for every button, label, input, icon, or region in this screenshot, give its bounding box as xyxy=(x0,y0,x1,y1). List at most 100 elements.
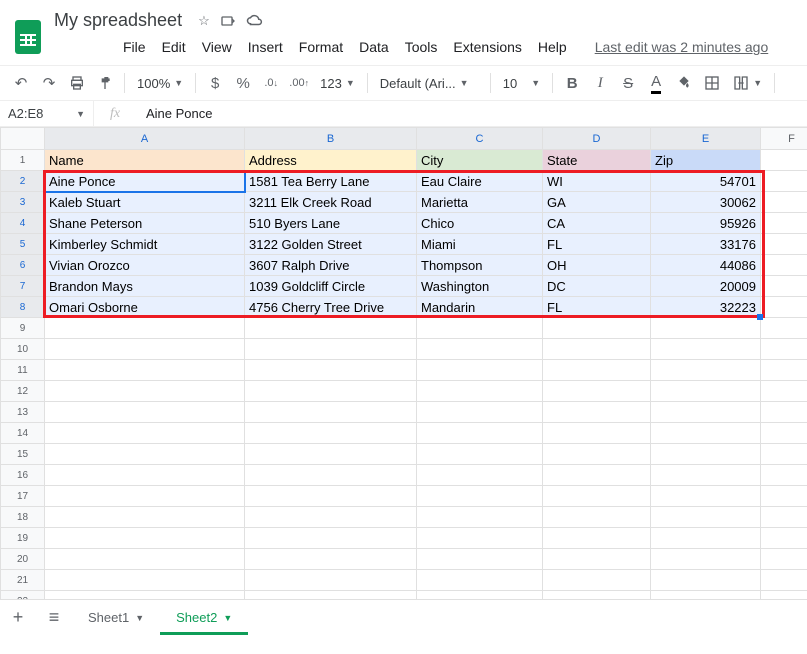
sheet-tab-2[interactable]: Sheet2▼ xyxy=(160,600,248,635)
cell-C19[interactable] xyxy=(417,528,543,549)
row-header-3[interactable]: 3 xyxy=(1,192,45,213)
select-all-cell[interactable] xyxy=(1,128,45,150)
cell-C21[interactable] xyxy=(417,570,543,591)
row-header-21[interactable]: 21 xyxy=(1,570,45,591)
row-header-1[interactable]: 1 xyxy=(1,150,45,171)
cell-D7[interactable]: DC xyxy=(543,276,651,297)
cell-E9[interactable] xyxy=(651,318,761,339)
cell-B5[interactable]: 3122 Golden Street xyxy=(245,234,417,255)
cell-C14[interactable] xyxy=(417,423,543,444)
cell-E7[interactable]: 20009 xyxy=(651,276,761,297)
cell-D20[interactable] xyxy=(543,549,651,570)
cell-D1[interactable]: State xyxy=(543,150,651,171)
cell-D14[interactable] xyxy=(543,423,651,444)
cell-C3[interactable]: Marietta xyxy=(417,192,543,213)
percent-button[interactable]: % xyxy=(230,70,256,96)
cell-E11[interactable] xyxy=(651,360,761,381)
cell-C10[interactable] xyxy=(417,339,543,360)
cell-F4[interactable] xyxy=(761,213,807,234)
cell-B6[interactable]: 3607 Ralph Drive xyxy=(245,255,417,276)
cell-A12[interactable] xyxy=(45,381,245,402)
text-color-button[interactable]: A xyxy=(643,70,669,96)
cell-A14[interactable] xyxy=(45,423,245,444)
col-header-E[interactable]: E xyxy=(651,128,761,150)
cell-F11[interactable] xyxy=(761,360,807,381)
cell-A11[interactable] xyxy=(45,360,245,381)
row-header-13[interactable]: 13 xyxy=(1,402,45,423)
cell-D17[interactable] xyxy=(543,486,651,507)
cell-B19[interactable] xyxy=(245,528,417,549)
cell-E8[interactable]: 32223 xyxy=(651,297,761,318)
menu-tools[interactable]: Tools xyxy=(398,35,445,59)
row-header-11[interactable]: 11 xyxy=(1,360,45,381)
cell-F5[interactable] xyxy=(761,234,807,255)
cell-E1[interactable]: Zip xyxy=(651,150,761,171)
cell-F7[interactable] xyxy=(761,276,807,297)
paint-format-button[interactable] xyxy=(92,70,118,96)
col-header-F[interactable]: F xyxy=(761,128,807,150)
cell-E10[interactable] xyxy=(651,339,761,360)
menu-file[interactable]: File xyxy=(116,35,153,59)
menu-data[interactable]: Data xyxy=(352,35,396,59)
cell-A6[interactable]: Vivian Orozco xyxy=(45,255,245,276)
spreadsheet-grid[interactable]: ABCDEF1NameAddressCityStateZip2Aine Ponc… xyxy=(0,127,807,599)
print-button[interactable] xyxy=(64,70,90,96)
cell-B10[interactable] xyxy=(245,339,417,360)
cell-D12[interactable] xyxy=(543,381,651,402)
cell-F21[interactable] xyxy=(761,570,807,591)
cell-A1[interactable]: Name xyxy=(45,150,245,171)
row-header-2[interactable]: 2 xyxy=(1,171,45,192)
cell-B13[interactable] xyxy=(245,402,417,423)
cell-B11[interactable] xyxy=(245,360,417,381)
cell-B17[interactable] xyxy=(245,486,417,507)
doc-title[interactable]: My spreadsheet xyxy=(48,8,188,33)
cell-F22[interactable] xyxy=(761,591,807,600)
col-header-C[interactable]: C xyxy=(417,128,543,150)
cell-E16[interactable] xyxy=(651,465,761,486)
row-header-12[interactable]: 12 xyxy=(1,381,45,402)
cell-D13[interactable] xyxy=(543,402,651,423)
cell-A22[interactable] xyxy=(45,591,245,600)
cell-C13[interactable] xyxy=(417,402,543,423)
cell-A5[interactable]: Kimberley Schmidt xyxy=(45,234,245,255)
cell-E6[interactable]: 44086 xyxy=(651,255,761,276)
cell-E14[interactable] xyxy=(651,423,761,444)
cell-D9[interactable] xyxy=(543,318,651,339)
cell-E4[interactable]: 95926 xyxy=(651,213,761,234)
col-header-D[interactable]: D xyxy=(543,128,651,150)
cell-C9[interactable] xyxy=(417,318,543,339)
cell-F8[interactable] xyxy=(761,297,807,318)
cell-F10[interactable] xyxy=(761,339,807,360)
cell-A8[interactable]: Omari Osborne xyxy=(45,297,245,318)
cell-C18[interactable] xyxy=(417,507,543,528)
cell-F17[interactable] xyxy=(761,486,807,507)
cell-A20[interactable] xyxy=(45,549,245,570)
cell-F13[interactable] xyxy=(761,402,807,423)
row-header-19[interactable]: 19 xyxy=(1,528,45,549)
menu-insert[interactable]: Insert xyxy=(241,35,290,59)
number-format-dropdown[interactable]: 123▼ xyxy=(314,71,361,95)
cell-E5[interactable]: 33176 xyxy=(651,234,761,255)
cell-E20[interactable] xyxy=(651,549,761,570)
cell-F19[interactable] xyxy=(761,528,807,549)
row-header-9[interactable]: 9 xyxy=(1,318,45,339)
cell-B12[interactable] xyxy=(245,381,417,402)
name-box[interactable]: A2:E8▼ xyxy=(0,101,94,126)
menu-format[interactable]: Format xyxy=(292,35,350,59)
cell-E3[interactable]: 30062 xyxy=(651,192,761,213)
cell-A13[interactable] xyxy=(45,402,245,423)
bold-button[interactable]: B xyxy=(559,70,585,96)
cell-A17[interactable] xyxy=(45,486,245,507)
fill-color-button[interactable] xyxy=(671,70,697,96)
row-header-5[interactable]: 5 xyxy=(1,234,45,255)
add-sheet-button[interactable]: + xyxy=(0,607,36,628)
zoom-dropdown[interactable]: 100%▼ xyxy=(131,71,189,95)
cell-A10[interactable] xyxy=(45,339,245,360)
cell-F6[interactable] xyxy=(761,255,807,276)
cell-B22[interactable] xyxy=(245,591,417,600)
undo-button[interactable]: ↶ xyxy=(8,70,34,96)
row-header-10[interactable]: 10 xyxy=(1,339,45,360)
cell-F3[interactable] xyxy=(761,192,807,213)
cell-A9[interactable] xyxy=(45,318,245,339)
cell-B21[interactable] xyxy=(245,570,417,591)
